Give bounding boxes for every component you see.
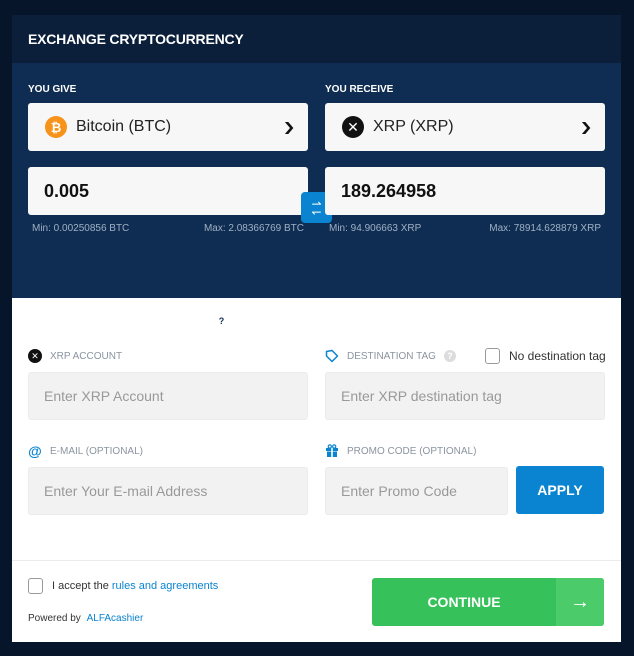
accept-terms-option[interactable]: I accept the rules and agreements [28, 578, 218, 594]
card-footer: I accept the rules and agreements Powere… [12, 560, 621, 642]
swap-arrows-icon: ⇀ ↽ [311, 198, 322, 219]
email-field: @ E-MAIL (OPTIONAL) [28, 443, 308, 515]
promo-code-input[interactable] [341, 483, 492, 499]
destination-tag-label-text: DESTINATION TAG [347, 350, 436, 362]
promo-code-box[interactable] [325, 467, 508, 515]
continue-label: CONTINUE [427, 594, 501, 610]
no-destination-tag-label: No destination tag [509, 349, 606, 363]
destination-tag-box[interactable] [325, 372, 605, 420]
give-limits: Min: 0.00250856 BTC Max: 2.08366769 BTC [28, 223, 308, 234]
recipient-form: ✕ XRP ACCOUNT DESTINATION TAG ? No desti… [12, 298, 621, 560]
promo-code-field: PROMO CODE (OPTIONAL) [325, 443, 508, 515]
give-currency-label: Bitcoin (BTC) [76, 118, 172, 135]
xrp-icon: ✕ [28, 349, 42, 363]
at-icon: @ [28, 443, 42, 459]
receive-currency-select[interactable]: ✕ XRP (XRP) ❯ [325, 103, 605, 151]
card-header: EXCHANGE CRYPTOCURRENCY [12, 15, 621, 63]
you-receive-label: YOU RECEIVE [325, 84, 394, 95]
email-box[interactable] [28, 467, 308, 515]
help-icon[interactable]: ? [443, 350, 456, 362]
promo-code-label-text: PROMO CODE (OPTIONAL) [347, 445, 477, 457]
receive-min: Min: 94.906663 XRP [329, 223, 422, 234]
exchange-panel: YOU GIVE ₿ Bitcoin (BTC) ❯ Min: 0.002508… [12, 63, 621, 327]
you-give-label: YOU GIVE [28, 84, 77, 95]
powered-by: Powered by ALFAcashier [28, 613, 143, 624]
xrp-account-box[interactable] [28, 372, 308, 420]
email-label: @ E-MAIL (OPTIONAL) [28, 443, 308, 459]
email-label-text: E-MAIL (OPTIONAL) [50, 445, 143, 457]
no-destination-tag-option[interactable]: No destination tag [485, 348, 606, 364]
give-column: YOU GIVE ₿ Bitcoin (BTC) ❯ Min: 0.002508… [28, 83, 308, 234]
give-max: Max: 2.08366769 BTC [203, 223, 304, 234]
apply-promo-button[interactable]: APPLY [516, 466, 604, 514]
email-input[interactable] [44, 483, 292, 499]
accept-terms-prefix: I accept the [52, 580, 109, 592]
give-min: Min: 0.00250856 BTC [32, 223, 130, 234]
powered-by-prefix: Powered by [28, 613, 81, 624]
bitcoin-icon: ₿ [45, 116, 67, 138]
alfacashier-link[interactable]: ALFAcashier [87, 613, 144, 624]
promo-code-label: PROMO CODE (OPTIONAL) [325, 443, 605, 459]
xrp-account-input[interactable] [44, 388, 292, 404]
xrp-account-label-text: XRP ACCOUNT [50, 350, 123, 362]
give-amount-input[interactable] [44, 180, 292, 202]
receive-column: YOU RECEIVE ✕ XRP (XRP) ❯ Min: 94.906663… [325, 83, 605, 234]
page-title: EXCHANGE CRYPTOCURRENCY [28, 31, 244, 47]
chevron-down-icon: ❯ [282, 120, 296, 134]
arrow-right-icon: → [556, 578, 604, 626]
exchange-card: EXCHANGE CRYPTOCURRENCY YOU GIVE ₿ Bitco… [12, 15, 621, 642]
rules-and-agreements-link[interactable]: rules and agreements [112, 580, 218, 592]
give-currency-select[interactable]: ₿ Bitcoin (BTC) ❯ [28, 103, 308, 151]
no-destination-tag-checkbox[interactable] [485, 348, 500, 364]
destination-tag-input[interactable] [341, 388, 589, 404]
tag-icon [325, 349, 339, 363]
give-amount-field[interactable] [28, 167, 308, 215]
xrp-account-field: ✕ XRP ACCOUNT [28, 348, 308, 420]
gift-icon [325, 444, 339, 458]
chevron-down-icon: ❯ [579, 120, 593, 134]
receive-limits: Min: 94.906663 XRP Max: 78914.628879 XRP [325, 223, 605, 234]
arrow-left-glyph: ↽ [311, 204, 322, 219]
receive-amount-input[interactable] [341, 180, 589, 202]
xrp-account-label: ✕ XRP ACCOUNT [28, 348, 308, 364]
xrp-icon: ✕ [342, 116, 364, 138]
continue-button[interactable]: CONTINUE → [372, 578, 604, 626]
receive-amount-field[interactable] [325, 167, 605, 215]
receive-max: Max: 78914.628879 XRP [489, 223, 601, 234]
receive-currency-label: XRP (XRP) [373, 118, 454, 135]
accept-terms-checkbox[interactable] [28, 578, 43, 594]
